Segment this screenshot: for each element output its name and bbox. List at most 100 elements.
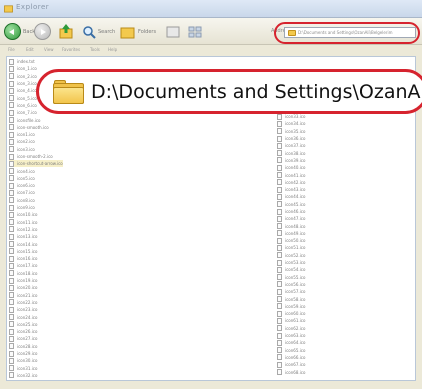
file-icon bbox=[277, 179, 282, 186]
file-item[interactable]: icon33.ico bbox=[277, 113, 305, 120]
file-item[interactable]: icon1.ico bbox=[9, 131, 63, 138]
file-item[interactable]: icon57.ico bbox=[277, 288, 305, 295]
menu-edit[interactable]: Edit bbox=[26, 47, 34, 52]
file-item[interactable]: icon61.ico bbox=[277, 317, 305, 324]
file-icon bbox=[9, 343, 14, 350]
file-item[interactable]: icon53.ico bbox=[277, 259, 305, 266]
file-item[interactable]: icon43.ico bbox=[277, 186, 305, 193]
file-item[interactable]: icon52.ico bbox=[277, 252, 305, 259]
file-item[interactable]: icon19.ico bbox=[9, 277, 63, 284]
file-item[interactable]: icon12.ico bbox=[9, 226, 63, 233]
file-item[interactable]: icon51.ico bbox=[277, 244, 305, 251]
file-item[interactable]: icon8.ico bbox=[9, 197, 63, 204]
file-item[interactable]: icon21.ico bbox=[9, 292, 63, 299]
file-item[interactable]: icon27.ico bbox=[9, 335, 63, 342]
file-name: icon47.ico bbox=[285, 216, 306, 222]
file-item[interactable]: icon50.ico bbox=[277, 237, 305, 244]
file-item[interactable]: icon40.ico bbox=[277, 164, 305, 171]
file-item[interactable]: icon49.ico bbox=[277, 230, 305, 237]
file-name: icon54.ico bbox=[285, 267, 306, 273]
file-icon bbox=[9, 306, 14, 313]
up-folder-button[interactable] bbox=[58, 22, 75, 41]
file-item[interactable]: icon48.ico bbox=[277, 222, 305, 230]
search-button[interactable]: Search bbox=[82, 22, 115, 41]
file-item[interactable]: icon38.ico bbox=[277, 149, 305, 157]
file-item[interactable]: icon65.ico bbox=[277, 347, 305, 354]
file-item[interactable]: index.txt bbox=[9, 58, 63, 65]
file-item[interactable]: icon7.ico bbox=[9, 189, 63, 196]
file-item[interactable]: icon45.ico bbox=[277, 201, 305, 208]
file-item[interactable]: icon16.ico bbox=[9, 255, 63, 262]
file-item[interactable]: icon56.ico bbox=[277, 281, 305, 288]
file-item[interactable]: icon26.ico bbox=[9, 328, 63, 335]
file-item[interactable]: icon31.ico bbox=[9, 364, 63, 372]
file-item[interactable]: icon-shortcut-arrow.ico bbox=[9, 160, 63, 168]
folder-icon bbox=[4, 5, 13, 13]
file-item[interactable]: icon37.ico bbox=[277, 142, 305, 149]
file-item[interactable]: icon14.ico bbox=[9, 240, 63, 248]
file-item[interactable]: icon3.ico bbox=[9, 146, 63, 153]
file-item[interactable]: icon35.ico bbox=[277, 128, 305, 135]
back-button[interactable]: Back bbox=[4, 22, 35, 41]
move-to-button[interactable] bbox=[166, 22, 180, 41]
file-item[interactable]: icon29.ico bbox=[9, 350, 63, 357]
menu-tools[interactable]: Tools bbox=[90, 47, 100, 52]
file-item[interactable]: icon-smooth-2.ico bbox=[9, 153, 63, 160]
file-item[interactable]: icon39.ico bbox=[277, 157, 305, 164]
file-name: icon32.ico bbox=[17, 372, 38, 378]
menu-help[interactable]: Help bbox=[108, 47, 117, 52]
file-name: icon55.ico bbox=[285, 274, 306, 280]
file-item[interactable]: icon64.ico bbox=[277, 339, 305, 346]
file-item[interactable]: icon66.ico bbox=[277, 354, 305, 361]
file-name: icon7.ico bbox=[17, 190, 35, 196]
file-item[interactable]: icon4.ico bbox=[9, 167, 63, 175]
file-item[interactable]: icon60.ico bbox=[277, 310, 305, 317]
file-name: icon-shortcut-arrow.ico bbox=[17, 161, 63, 167]
file-item[interactable]: icon11.ico bbox=[9, 219, 63, 226]
file-item[interactable]: iconsfile.ico bbox=[9, 116, 63, 124]
file-item[interactable]: icon41.ico bbox=[277, 171, 305, 179]
file-item[interactable]: icon54.ico bbox=[277, 266, 305, 273]
file-item[interactable]: icon55.ico bbox=[277, 274, 305, 281]
file-item[interactable]: icon34.ico bbox=[277, 120, 305, 127]
file-item[interactable]: icon58.ico bbox=[277, 295, 305, 303]
folders-button[interactable]: Folders bbox=[120, 22, 156, 41]
file-item[interactable]: icon10.ico bbox=[9, 211, 63, 218]
file-item[interactable]: icon5.ico bbox=[9, 175, 63, 182]
file-item[interactable]: icon46.ico bbox=[277, 208, 305, 215]
views-button[interactable] bbox=[188, 22, 202, 41]
file-name: icon-smooth.ico bbox=[17, 124, 49, 130]
file-item[interactable]: icon62.ico bbox=[277, 325, 305, 332]
menu-file[interactable]: File bbox=[8, 47, 15, 52]
file-item[interactable]: icon17.ico bbox=[9, 262, 63, 269]
file-item[interactable]: icon63.ico bbox=[277, 332, 305, 339]
file-item[interactable]: icon47.ico bbox=[277, 215, 305, 222]
file-item[interactable]: icon15.ico bbox=[9, 248, 63, 255]
file-item[interactable]: icon20.ico bbox=[9, 284, 63, 291]
file-item[interactable]: icon32.ico bbox=[9, 372, 63, 379]
file-item[interactable]: icon22.ico bbox=[9, 299, 63, 306]
file-item[interactable]: icon59.ico bbox=[277, 303, 305, 310]
file-item[interactable]: icon67.ico bbox=[277, 361, 305, 368]
menu-favorites[interactable]: Favorites bbox=[62, 47, 80, 52]
file-name: icon19.ico bbox=[17, 278, 38, 284]
file-item[interactable]: icon24.ico bbox=[9, 313, 63, 321]
file-item[interactable]: icon25.ico bbox=[9, 321, 63, 328]
file-name: icon-smooth-2.ico bbox=[17, 154, 53, 159]
file-item[interactable]: icon44.ico bbox=[277, 193, 305, 200]
file-item[interactable]: icon6.ico bbox=[9, 182, 63, 189]
file-item[interactable]: icon9.ico bbox=[9, 204, 63, 211]
file-item[interactable]: icon18.ico bbox=[9, 270, 63, 277]
file-item[interactable]: icon42.ico bbox=[277, 179, 305, 186]
file-item[interactable]: icon2.ico bbox=[9, 138, 63, 145]
file-item[interactable]: icon-smooth.ico bbox=[9, 124, 63, 131]
menu-view[interactable]: View bbox=[44, 47, 54, 52]
file-item[interactable]: icon36.ico bbox=[277, 135, 305, 142]
file-item[interactable]: icon13.ico bbox=[9, 233, 63, 240]
file-item[interactable]: icon30.ico bbox=[9, 357, 63, 364]
file-item[interactable]: icon28.ico bbox=[9, 343, 63, 350]
file-item[interactable]: icon68.ico bbox=[277, 368, 305, 376]
forward-button[interactable] bbox=[34, 22, 51, 41]
file-name: icon21.ico bbox=[17, 292, 38, 298]
file-item[interactable]: icon23.ico bbox=[9, 306, 63, 313]
